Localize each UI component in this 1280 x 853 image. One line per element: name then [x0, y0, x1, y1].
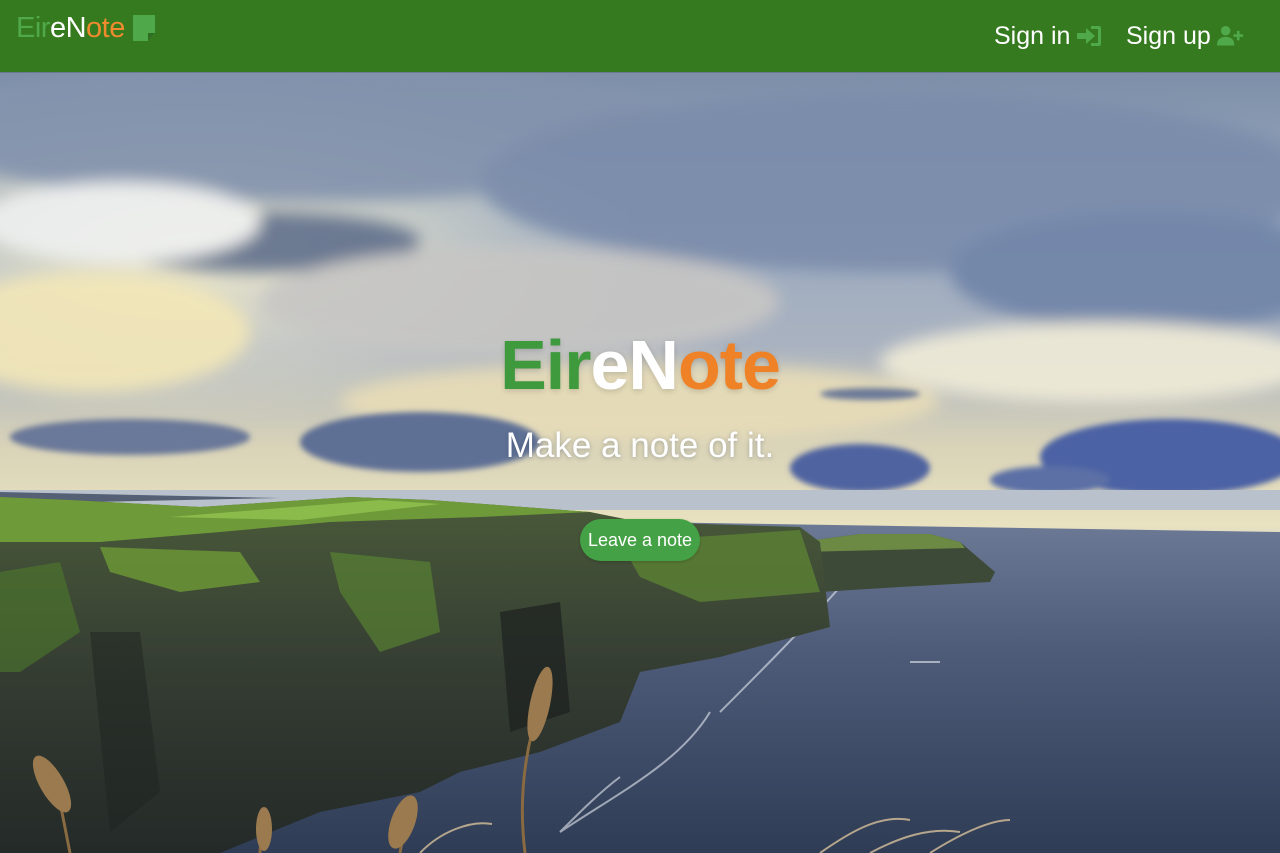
sign-up-label: Sign up	[1126, 21, 1211, 50]
hero-section: EireNote Make a note of it. Leave a note	[0, 72, 1280, 853]
hero-title-orange: ote	[677, 326, 781, 404]
hero-title-white: eN	[590, 326, 678, 404]
sign-up-link[interactable]: Sign up	[1126, 20, 1243, 52]
hero-title: EireNote	[0, 330, 1280, 400]
user-plus-icon	[1216, 26, 1243, 46]
sign-in-icon	[1077, 26, 1102, 46]
sticky-note-icon	[132, 14, 155, 41]
leave-a-note-button[interactable]: Leave a note	[580, 519, 700, 561]
hero-title-green: Eir	[500, 326, 591, 404]
brand-text-white: eN	[49, 12, 87, 44]
brand-logo[interactable]: Eir eN ote	[16, 14, 155, 43]
hero-subtitle: Make a note of it.	[505, 426, 775, 465]
sign-in-link[interactable]: Sign in	[994, 20, 1102, 52]
navbar: Eir eN ote Sign in Sign up	[0, 0, 1280, 72]
sign-in-label: Sign in	[994, 21, 1071, 50]
brand-text-green: Eir	[16, 12, 50, 44]
brand-text-orange: ote	[86, 12, 125, 44]
